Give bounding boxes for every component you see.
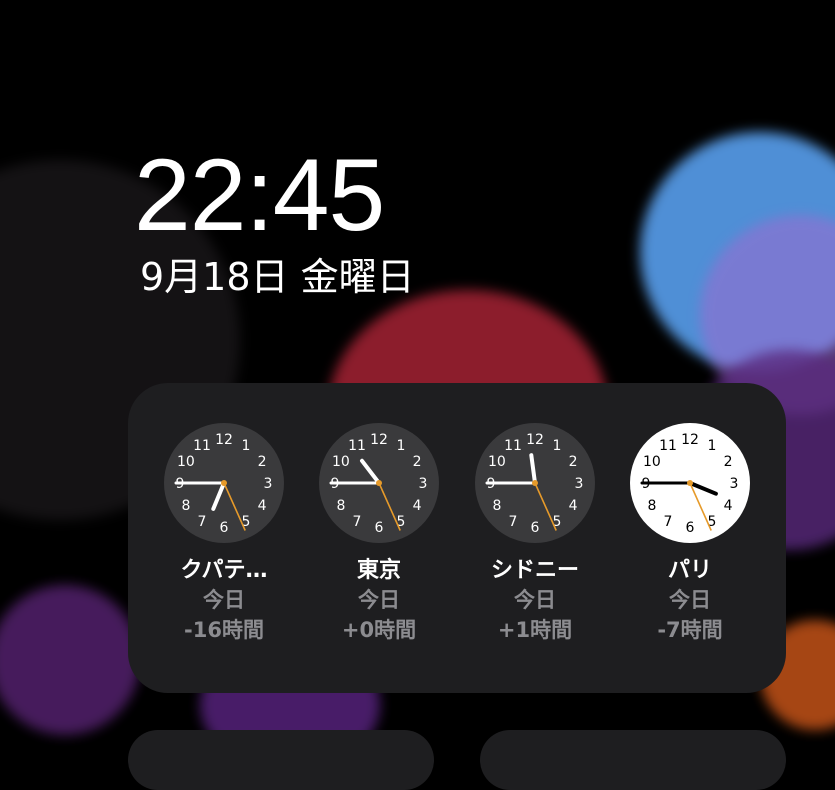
clock-numeral: 12	[681, 432, 699, 448]
time-offset: +0時間	[341, 618, 417, 642]
clock-numeral: 1	[242, 438, 251, 454]
day-label: 今日	[669, 588, 711, 612]
clock-numeral: 11	[504, 438, 522, 454]
day-label: 今日	[203, 588, 245, 612]
world-clock-widget[interactable]: 123456789101112 クパテ… 今日 -16時間 1234567891…	[128, 383, 786, 693]
clock-numeral: 8	[336, 498, 345, 514]
analog-clock-icon: 123456789101112	[164, 423, 284, 543]
clock-numeral: 3	[575, 476, 584, 492]
clock-numeral: 1	[553, 438, 562, 454]
day-label: 今日	[514, 588, 556, 612]
lockscreen-time: 22:45	[134, 138, 385, 252]
analog-clock-icon: 123456789101112	[319, 423, 439, 543]
clock-numeral: 4	[569, 498, 578, 514]
clock-numeral: 11	[193, 438, 211, 454]
clock-numeral: 5	[242, 514, 251, 530]
clock-numeral: 2	[258, 454, 267, 470]
clock-numeral: 1	[397, 438, 406, 454]
clock-numeral: 12	[370, 432, 388, 448]
clock-numeral: 10	[332, 454, 350, 470]
clock-numeral: 8	[181, 498, 190, 514]
world-clock-item: 123456789101112 シドニー 今日 +1時間	[461, 423, 609, 645]
clock-numeral: 11	[348, 438, 366, 454]
clock-numeral: 8	[492, 498, 501, 514]
time-offset: +1時間	[497, 618, 573, 642]
clock-numeral: 6	[375, 520, 384, 536]
clock-numeral: 7	[198, 514, 207, 530]
clock-numeral: 10	[488, 454, 506, 470]
world-clock-item: 123456789101112 パリ 今日 -7時間	[616, 423, 764, 645]
clock-numeral: 4	[724, 498, 733, 514]
time-offset: -7時間	[657, 618, 723, 642]
clock-numeral: 2	[724, 454, 733, 470]
clock-numeral: 3	[264, 476, 273, 492]
clock-numeral: 7	[509, 514, 518, 530]
clock-center	[687, 480, 693, 486]
city-name: シドニー	[490, 558, 579, 583]
clock-numeral: 6	[220, 520, 229, 536]
clock-numeral: 6	[686, 520, 695, 536]
clock-numeral: 12	[526, 432, 544, 448]
time-offset: -16時間	[184, 618, 264, 642]
clock-center	[532, 480, 538, 486]
clock-numeral: 8	[647, 498, 656, 514]
day-label: 今日	[358, 588, 400, 612]
widget-partial[interactable]	[480, 730, 786, 790]
clock-numeral: 2	[569, 454, 578, 470]
clock-numeral: 10	[643, 454, 661, 470]
clock-numeral: 2	[413, 454, 422, 470]
clock-numeral: 6	[531, 520, 540, 536]
analog-clock-icon: 123456789101112	[630, 423, 750, 543]
clock-center	[376, 480, 382, 486]
city-name: 東京	[356, 558, 401, 583]
clock-numeral: 5	[397, 514, 406, 530]
world-clock-item: 123456789101112 東京 今日 +0時間	[305, 423, 453, 645]
clock-numeral: 5	[553, 514, 562, 530]
city-name: パリ	[667, 558, 712, 583]
clock-numeral: 5	[708, 514, 717, 530]
clock-numeral: 3	[419, 476, 428, 492]
world-clock-item: 123456789101112 クパテ… 今日 -16時間	[150, 423, 298, 645]
clock-numeral: 7	[664, 514, 673, 530]
wallpaper-blob	[0, 585, 140, 735]
lockscreen-date: 9月18日 金曜日	[140, 255, 415, 299]
clock-numeral: 7	[353, 514, 362, 530]
clock-numeral: 10	[177, 454, 195, 470]
clock-center	[221, 480, 227, 486]
city-name: クパテ…	[180, 558, 268, 583]
clock-numeral: 4	[413, 498, 422, 514]
clock-numeral: 11	[659, 438, 677, 454]
clock-numeral: 1	[708, 438, 717, 454]
clock-numeral: 4	[258, 498, 267, 514]
clock-numeral: 12	[215, 432, 233, 448]
clock-numeral: 3	[730, 476, 739, 492]
analog-clock-icon: 123456789101112	[475, 423, 595, 543]
widget-partial[interactable]	[128, 730, 434, 790]
